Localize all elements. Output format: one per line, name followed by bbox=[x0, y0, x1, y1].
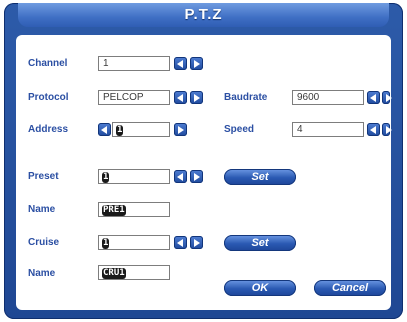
preset-value: 1 bbox=[102, 172, 110, 183]
speed-field[interactable]: 4 bbox=[292, 122, 364, 137]
cruise-label: Cruise bbox=[28, 237, 60, 248]
channel-label: Channel bbox=[28, 58, 68, 69]
baudrate-next-arrow-icon[interactable] bbox=[382, 91, 392, 104]
baudrate-field[interactable]: 9600 bbox=[292, 90, 364, 105]
preset-prev-arrow-icon[interactable] bbox=[174, 170, 187, 183]
cruise-name-field[interactable]: CRU1 bbox=[98, 265, 170, 280]
cruise-set-button[interactable]: Set bbox=[224, 235, 296, 251]
cruise-prev-arrow-icon[interactable] bbox=[174, 236, 187, 249]
address-prev-arrow-icon[interactable] bbox=[98, 123, 111, 136]
channel-next-arrow-icon[interactable] bbox=[190, 57, 203, 70]
ok-button[interactable]: OK bbox=[224, 280, 296, 296]
protocol-prev-arrow-icon[interactable] bbox=[174, 91, 187, 104]
address-field[interactable]: 1 bbox=[112, 122, 170, 137]
preset-name-label: Name bbox=[28, 204, 56, 215]
preset-label: Preset bbox=[28, 171, 59, 182]
protocol-field[interactable]: PELCOP bbox=[98, 90, 170, 105]
address-value: 1 bbox=[116, 125, 124, 136]
preset-name-field[interactable]: PRE1 bbox=[98, 202, 170, 217]
protocol-next-arrow-icon[interactable] bbox=[190, 91, 203, 104]
speed-next-arrow-icon[interactable] bbox=[382, 123, 392, 136]
preset-field[interactable]: 1 bbox=[98, 169, 170, 184]
protocol-label: Protocol bbox=[28, 92, 69, 103]
cruise-name-label: Name bbox=[28, 268, 56, 279]
speed-label: Speed bbox=[224, 124, 255, 135]
channel-field[interactable]: 1 bbox=[98, 56, 170, 71]
speed-prev-arrow-icon[interactable] bbox=[367, 123, 380, 136]
baudrate-prev-arrow-icon[interactable] bbox=[367, 91, 380, 104]
cancel-button[interactable]: Cancel bbox=[314, 280, 386, 296]
preset-name-value: PRE1 bbox=[102, 205, 126, 216]
ptz-panel: Channel 1 Protocol PELCOP Baudrate 9600 … bbox=[16, 35, 392, 310]
cruise-name-value: CRU1 bbox=[102, 268, 126, 279]
dialog-title: P.T.Z bbox=[18, 3, 389, 27]
preset-next-arrow-icon[interactable] bbox=[190, 170, 203, 183]
cruise-field[interactable]: 1 bbox=[98, 235, 170, 250]
cruise-value: 1 bbox=[102, 238, 110, 249]
ptz-dialog: P.T.Z Channel 1 Protocol PELCOP Baudrate… bbox=[4, 3, 403, 319]
address-label: Address bbox=[28, 124, 69, 135]
address-next-arrow-icon[interactable] bbox=[174, 123, 187, 136]
channel-prev-arrow-icon[interactable] bbox=[174, 57, 187, 70]
preset-set-button[interactable]: Set bbox=[224, 169, 296, 185]
cruise-next-arrow-icon[interactable] bbox=[190, 236, 203, 249]
baudrate-label: Baudrate bbox=[224, 92, 268, 103]
